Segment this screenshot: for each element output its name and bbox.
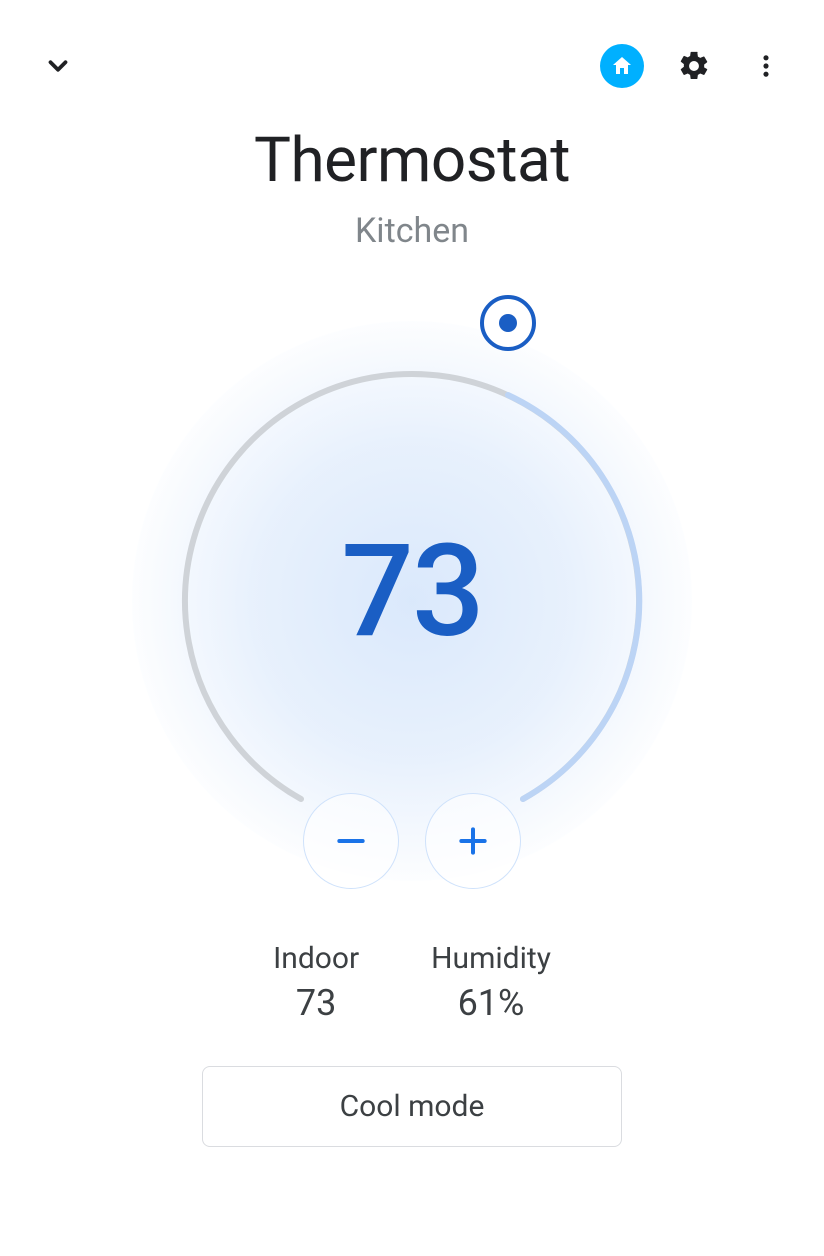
thermostat-dial[interactable]: 73 — [132, 321, 692, 881]
indoor-label: Indoor — [273, 941, 359, 976]
set-temperature: 73 — [341, 517, 483, 667]
page-title: Thermostat — [0, 124, 824, 197]
gear-icon[interactable] — [672, 44, 716, 88]
increase-button[interactable] — [425, 793, 521, 889]
indoor-value: 73 — [273, 982, 359, 1024]
title-block: Thermostat Kitchen — [0, 124, 824, 251]
more-vertical-icon[interactable] — [744, 44, 788, 88]
humidity-stat: Humidity 61% — [431, 941, 551, 1024]
decrease-button[interactable] — [303, 793, 399, 889]
header — [0, 0, 824, 96]
adjust-buttons — [303, 793, 521, 889]
stats-row: Indoor 73 Humidity 61% — [0, 941, 824, 1024]
room-subtitle: Kitchen — [0, 211, 824, 251]
indoor-stat: Indoor 73 — [273, 941, 359, 1024]
back-chevron-down-icon[interactable] — [36, 44, 80, 88]
humidity-value: 61% — [431, 982, 551, 1024]
dial-handle[interactable] — [480, 295, 536, 351]
mode-button[interactable]: Cool mode — [202, 1066, 622, 1147]
humidity-label: Humidity — [431, 941, 551, 976]
home-icon[interactable] — [600, 44, 644, 88]
